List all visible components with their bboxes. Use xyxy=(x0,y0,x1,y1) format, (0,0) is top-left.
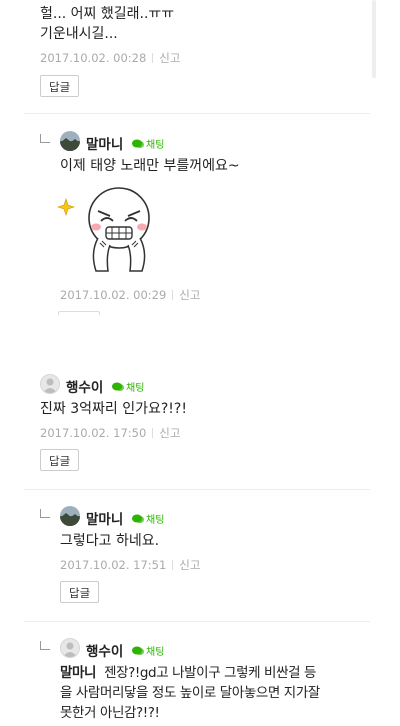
divider xyxy=(24,489,370,490)
chat-label: 채팅 xyxy=(146,515,165,526)
reply-button-partial[interactable] xyxy=(58,311,100,315)
comment-date: 2017.10.02. 17:51 xyxy=(60,558,167,572)
chat-link[interactable]: 채팅 xyxy=(112,379,144,394)
comment-text: 이제 태양 노래만 부를꺼에요~ xyxy=(60,158,240,174)
reply-arrow-icon xyxy=(40,641,50,650)
scrollbar[interactable] xyxy=(372,0,376,78)
mention[interactable]: 말마니 xyxy=(60,665,96,681)
report-link[interactable]: 신고 xyxy=(159,426,180,440)
reply-arrow-icon xyxy=(40,134,50,143)
default-user-avatar-icon[interactable] xyxy=(40,374,60,394)
comment-nickname[interactable]: 행수이 xyxy=(86,640,123,660)
chat-bubble-icon xyxy=(132,514,144,523)
landscape-avatar-icon[interactable] xyxy=(60,506,80,526)
reply-arrow-icon xyxy=(40,509,50,518)
reply-button[interactable]: 답글 xyxy=(40,449,80,471)
chat-label: 채팅 xyxy=(146,647,165,658)
comment-date: 2017.10.02. 00:29 xyxy=(60,288,167,302)
comment-meta: 2017.10.02. 00:29 신고 xyxy=(60,287,200,303)
comment-text-line-2: 기운내시길... xyxy=(40,26,118,42)
comment-text-line-3: 못한거 아닌감?!?! xyxy=(60,705,160,721)
crying-face-sticker xyxy=(56,183,156,278)
divider xyxy=(24,113,370,114)
chat-label: 채팅 xyxy=(146,140,165,151)
report-link[interactable]: 신고 xyxy=(179,558,200,572)
comment-nickname[interactable]: 말마니 xyxy=(86,508,123,528)
chat-link[interactable]: 채팅 xyxy=(132,136,164,151)
chat-link[interactable]: 채팅 xyxy=(132,511,164,526)
report-link[interactable]: 신고 xyxy=(159,51,180,65)
comment-text-line-1: 말마니 젠장?!gd고 나발이구 그렇케 비싼걸 등 xyxy=(60,665,317,681)
report-link[interactable]: 신고 xyxy=(179,288,200,302)
chat-link[interactable]: 채팅 xyxy=(132,643,164,658)
divider xyxy=(24,621,370,622)
comment-text: 진짜 3억짜리 인가요?!?! xyxy=(40,401,187,417)
comment-date: 2017.10.02. 00:28 xyxy=(40,51,147,65)
comment-meta: 2017.10.02. 17:50 신고 xyxy=(40,425,180,441)
comment-text: 그렇다고 하네요. xyxy=(60,533,160,549)
comment-text-line-1: 헐... 어찌 했길래..ㅠㅠ xyxy=(40,6,175,22)
comment-meta: 2017.10.02. 17:51 신고 xyxy=(60,557,200,573)
comment-meta: 2017.10.02. 00:28 신고 xyxy=(40,50,180,66)
chat-bubble-icon xyxy=(132,646,144,655)
comment-text-line-2: 을 사람머리닿을 정도 높이로 달아놓으면 지가잘 xyxy=(60,685,320,701)
reply-button[interactable]: 답글 xyxy=(40,75,80,97)
reply-button[interactable]: 답글 xyxy=(60,581,100,603)
landscape-avatar-icon[interactable] xyxy=(60,131,80,151)
chat-bubble-icon xyxy=(112,382,124,391)
comment-date: 2017.10.02. 17:50 xyxy=(40,426,147,440)
comment-nickname[interactable]: 행수이 xyxy=(66,376,103,396)
comment-nickname[interactable]: 말마니 xyxy=(86,133,123,153)
chat-bubble-icon xyxy=(132,139,144,148)
chat-label: 채팅 xyxy=(126,383,145,394)
default-user-avatar-icon[interactable] xyxy=(60,638,80,658)
